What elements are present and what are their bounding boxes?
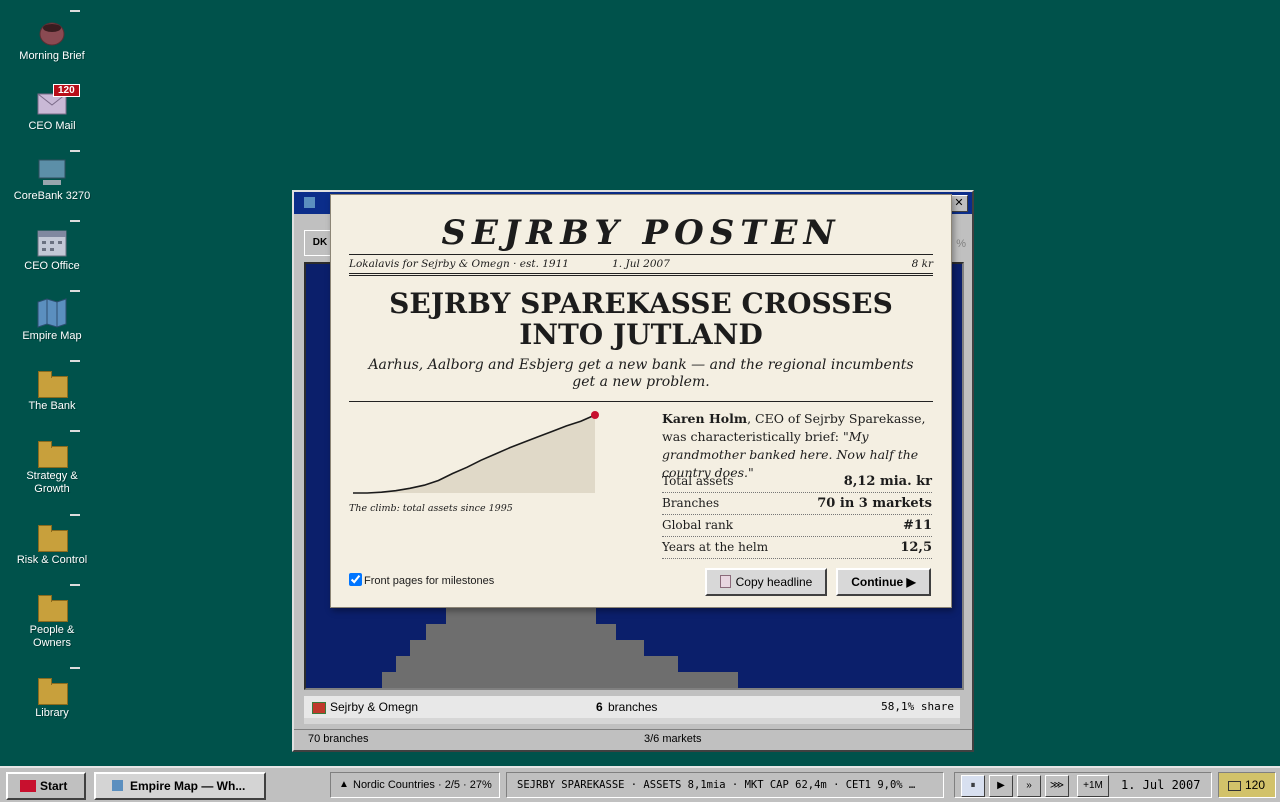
chart-area-fill <box>353 415 595 493</box>
stock-ticker: SEJRBY SPAREKASSE · ASSETS 8,1mia · MKT … <box>506 772 944 798</box>
desktop-icon-empire-map[interactable]: Empire Map <box>2 290 102 343</box>
front-pages-label: Front pages for milestones <box>364 575 495 587</box>
mail-envelope-icon: 120 <box>35 84 80 118</box>
market-name: Sejrby & Omegn <box>330 700 419 714</box>
folder-icon <box>35 675 69 705</box>
desktop-icon-ceo-office[interactable]: CEO Office <box>2 220 102 273</box>
copy-headline-label: Copy headline <box>735 575 813 589</box>
desktop-icon-label: Library <box>35 707 69 719</box>
folder-icon <box>35 368 69 398</box>
chart-latest-point <box>591 411 599 419</box>
taskbar-window-label: Empire Map — Wh... <box>130 779 246 793</box>
folder-icon <box>35 592 69 622</box>
desktop-icon-label: CoreBank 3270 <box>13 190 91 202</box>
front-pages-checkbox-row[interactable]: Front pages for milestones <box>349 573 494 587</box>
time-controls: ⏸ ▶ » ⋙ +1M 1. Jul 2007 <box>954 772 1212 798</box>
market-row-sejrby[interactable]: Sejrby & Omegn 6 branches 58,1% share <box>304 696 960 718</box>
pause-button[interactable]: ⏸ <box>961 775 985 797</box>
desktop-icon-label: Strategy & Growth <box>26 470 78 495</box>
market-branch-count: 6 <box>596 700 603 714</box>
newspaper-milestone-dialog: SEJRBY POSTEN Lokalavis for Sejrby & Ome… <box>330 194 952 608</box>
map-icon <box>35 298 69 328</box>
desktop-icon-strategy[interactable]: Strategy & Growth <box>2 430 102 496</box>
desktop-icon-label: People & Owners <box>29 624 75 649</box>
mail-indicator[interactable]: 120 <box>1218 772 1276 798</box>
start-label: Start <box>40 779 68 793</box>
stat-label: Total assets <box>662 474 734 488</box>
stats-table: Total assets 8,12 mia. kr Branches 70 in… <box>662 471 932 559</box>
fastest-forward-button[interactable]: ⋙ <box>1045 775 1069 797</box>
newspaper-masthead: SEJRBY POSTEN <box>441 213 841 253</box>
ticker-text: SEJRBY SPAREKASSE · ASSETS 8,1mia · MKT … <box>517 779 916 791</box>
calendar-icon <box>35 228 69 258</box>
folder-icon <box>35 438 69 468</box>
desktop-icon-the-bank[interactable]: The Bank <box>2 360 102 413</box>
newspaper-price: 8 kr <box>911 258 933 270</box>
chart-caption: The climb: total assets since 1995 <box>349 503 513 514</box>
story-ceo-name: Karen Holm <box>662 411 748 426</box>
region-indicator[interactable]: ▲ Nordic Countries · 2/5 · 27% <box>330 772 500 798</box>
newspaper-dateline: Lokalavis for Sejrby & Omegn · est. 1911… <box>349 254 933 276</box>
terminal-icon <box>35 158 69 188</box>
stat-value: 8,12 mia. kr <box>843 474 932 489</box>
front-pages-checkbox[interactable] <box>349 573 362 586</box>
stat-label: Branches <box>662 496 720 510</box>
desktop-icon-label: Morning Brief <box>19 50 85 62</box>
continue-button[interactable]: Continue ▶ <box>836 568 931 596</box>
region-label: Nordic Countries · 2/5 · 27% <box>353 779 492 791</box>
desktop-icon-label: The Bank <box>28 400 76 412</box>
desktop-icon-label: Risk & Control <box>16 554 88 566</box>
taskbar: Start Empire Map — Wh... ▲ Nordic Countr… <box>0 766 1280 802</box>
desktop-icon-library[interactable]: Library <box>2 667 102 720</box>
window-map-icon <box>304 197 315 208</box>
plus-month-button[interactable]: +1M <box>1077 775 1109 797</box>
start-button[interactable]: Start <box>6 772 86 800</box>
mail-icon <box>1228 781 1241 791</box>
clipboard-icon <box>719 575 731 588</box>
play-button[interactable]: ▶ <box>989 775 1013 797</box>
desktop-icon-corebank[interactable]: CoreBank 3270 <box>2 150 102 203</box>
desktop-icon-label: Empire Map <box>22 330 82 342</box>
stat-value: 70 in 3 markets <box>817 496 932 511</box>
coffee-cup-icon <box>35 18 69 48</box>
desktop-icon-label: CEO Office <box>24 260 80 272</box>
stat-row-years: Years at the helm 12,5 <box>662 537 932 559</box>
stat-value: #11 <box>903 518 932 533</box>
market-branch-label: branches <box>608 700 658 714</box>
stat-label: Years at the helm <box>662 540 769 554</box>
desktop-icon-people[interactable]: People & Owners <box>2 584 102 650</box>
market-share: 58,1% share <box>881 700 954 713</box>
window-close-button[interactable]: ✕ <box>950 195 968 212</box>
newspaper-date: 1. Jul 2007 <box>612 258 670 270</box>
stat-row-total-assets: Total assets 8,12 mia. kr <box>662 471 932 493</box>
taskbar-map-icon <box>112 780 123 791</box>
unread-badge: 120 <box>53 84 80 97</box>
stat-row-branches: Branches 70 in 3 markets <box>662 493 932 515</box>
fast-forward-button[interactable]: » <box>1017 775 1041 797</box>
stat-label: Global rank <box>662 518 734 532</box>
game-date: 1. Jul 2007 <box>1121 778 1201 792</box>
stat-row-global-rank: Global rank #11 <box>662 515 932 537</box>
flag-icon <box>312 702 326 714</box>
continue-label: Continue ▶ <box>851 575 916 589</box>
status-branches: 70 branches <box>308 733 369 745</box>
stat-value: 12,5 <box>900 540 932 555</box>
newspaper-subhead: Aarhus, Aalborg and Esbjerg get a new ba… <box>368 357 914 390</box>
taskbar-window-empire-map[interactable]: Empire Map — Wh... <box>94 772 266 800</box>
newspaper-headline: SEJRBY SPAREKASSE CROSSES INTO JUTLAND <box>389 287 893 351</box>
zoom-percent-fragment: % <box>956 238 966 250</box>
desktop-icon-label: CEO Mail <box>28 120 76 132</box>
status-markets: 3/6 markets <box>644 733 702 745</box>
desktop-icon-morning-brief[interactable]: Morning Brief <box>2 10 102 63</box>
desktop-icon-ceo-mail[interactable]: 120 CEO Mail <box>2 84 102 133</box>
triangle-warning-icon: ▲ <box>339 779 349 790</box>
mail-count: 120 <box>1245 778 1266 792</box>
folder-icon <box>35 522 69 552</box>
start-flag-icon <box>20 780 36 792</box>
total-assets-chart <box>353 411 599 494</box>
window-status-bar: 70 branches 3/6 markets <box>294 729 972 750</box>
desktop-icon-risk[interactable]: Risk & Control <box>2 514 102 567</box>
copy-headline-button[interactable]: Copy headline <box>705 568 827 596</box>
